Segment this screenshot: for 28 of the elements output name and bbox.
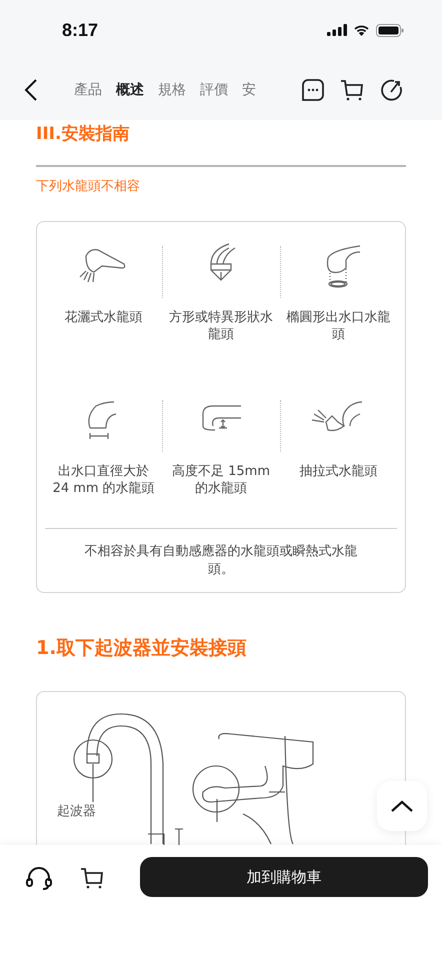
section-heading: III.安裝指南 bbox=[36, 123, 130, 145]
back-icon[interactable] bbox=[24, 78, 38, 102]
nav-tab[interactable]: 產品 bbox=[74, 81, 102, 99]
faucet-label: 出水口直徑大於 24 mm 的水龍頭 bbox=[52, 464, 156, 498]
cart-icon[interactable] bbox=[80, 867, 104, 889]
faucet-label: 橢圓形出水口水龍頭 bbox=[285, 310, 392, 344]
section-subtitle: 下列水龍頭不相容 bbox=[36, 178, 141, 195]
status-time: 8:17 bbox=[62, 20, 98, 40]
cart-icon[interactable] bbox=[340, 79, 364, 101]
faucet-label: 花灑式水龍頭 bbox=[64, 310, 144, 327]
faucet-label: 方形或特異形狀水龍頭 bbox=[168, 310, 274, 344]
nav-tab[interactable]: 評價 bbox=[200, 81, 228, 99]
chat-icon[interactable] bbox=[302, 79, 324, 101]
add-to-cart-button[interactable]: 加到購物車 bbox=[140, 857, 428, 897]
battery-icon bbox=[376, 24, 404, 36]
nav-tab[interactable]: 規格 bbox=[158, 81, 186, 99]
wifi-icon bbox=[353, 24, 370, 36]
scroll-to-top-button[interactable] bbox=[377, 781, 427, 831]
compatibility-note: 不相容於具有自動感應器的水龍頭或瞬熱式水龍頭。 bbox=[84, 543, 358, 578]
chevron-up-icon bbox=[391, 800, 413, 812]
nav-tab[interactable]: 概述 bbox=[116, 81, 144, 99]
share-icon[interactable] bbox=[380, 79, 402, 101]
nav-tab[interactable]: 安 bbox=[242, 81, 256, 99]
signal-icon bbox=[327, 24, 347, 36]
faucet-label: 高度不足 15mm 的水龍頭 bbox=[170, 464, 271, 498]
step-heading: 1.取下起波器並安裝接頭 bbox=[36, 636, 248, 662]
headset-icon[interactable] bbox=[26, 867, 52, 891]
faucet-label: 抽拉式水龍頭 bbox=[298, 464, 378, 481]
